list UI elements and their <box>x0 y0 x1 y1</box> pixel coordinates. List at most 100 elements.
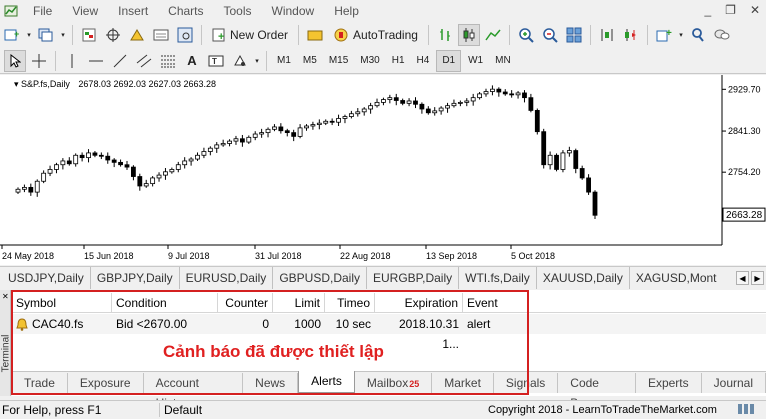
tab-news[interactable]: News <box>243 373 299 393</box>
scroll-right-icon[interactable]: ▶ <box>751 271 764 285</box>
chart-tab-wti[interactable]: WTI.fs,Daily <box>459 266 537 289</box>
timeframe-m1[interactable]: M1 <box>272 50 296 72</box>
candle-body <box>156 174 162 179</box>
horizontal-line-icon[interactable] <box>85 50 107 72</box>
close-icon[interactable]: ✕ <box>750 3 760 17</box>
col-expiration[interactable]: Expiration <box>375 293 463 312</box>
strategy-tester-icon[interactable] <box>174 24 196 46</box>
new-chart-icon[interactable]: + <box>1 24 23 46</box>
menu-tools[interactable]: Tools <box>214 4 262 18</box>
chart-dropdown-icon[interactable]: ▾ <box>25 24 33 46</box>
vertical-line-icon[interactable] <box>61 50 83 72</box>
chart-tab-eurgbp[interactable]: EURGBP,Daily <box>367 266 460 289</box>
status-profile: Default <box>164 403 203 417</box>
timeframe-m30[interactable]: M30 <box>355 50 384 72</box>
menu-charts[interactable]: Charts <box>158 4 213 18</box>
candlestick-icon[interactable] <box>457 24 480 46</box>
search-icon[interactable] <box>687 24 709 46</box>
autoscroll-icon[interactable] <box>620 24 642 46</box>
shapes-icon[interactable] <box>229 50 251 72</box>
tab-market[interactable]: Market <box>432 373 494 393</box>
market-watch-icon[interactable] <box>78 24 100 46</box>
channel-icon[interactable] <box>133 50 155 72</box>
restore-icon[interactable]: ❐ <box>725 3 736 17</box>
col-event[interactable]: Event <box>463 293 533 312</box>
chart-tab-usdjpy[interactable]: USDJPY,Daily <box>0 266 91 289</box>
terminal-icon[interactable] <box>150 24 172 46</box>
bar-chart-icon[interactable] <box>434 24 456 46</box>
date-tick-label: 5 Oct 2018 <box>511 251 555 261</box>
line-chart-icon[interactable] <box>482 24 504 46</box>
chart-tab-eurusd[interactable]: EURUSD,Daily <box>180 266 274 289</box>
tab-trade[interactable]: Trade <box>12 373 68 393</box>
crosshair-target-icon[interactable] <box>102 24 124 46</box>
metaeditor-icon[interactable] <box>304 24 326 46</box>
col-counter[interactable]: Counter <box>218 293 273 312</box>
chart-shift-icon[interactable] <box>596 24 618 46</box>
timeframe-h4[interactable]: H4 <box>412 50 435 72</box>
profiles-dropdown-icon[interactable]: ▾ <box>59 24 67 46</box>
minimize-icon[interactable]: _ <box>704 3 711 17</box>
text-tool-icon[interactable]: A <box>181 50 203 72</box>
menu-view[interactable]: View <box>62 4 108 18</box>
crosshair-icon[interactable] <box>28 50 50 72</box>
navigator-icon[interactable] <box>126 24 148 46</box>
menu-insert[interactable]: Insert <box>108 4 158 18</box>
tab-exposure[interactable]: Exposure <box>68 373 144 393</box>
autotrading-label: AutoTrading <box>353 28 418 42</box>
fibonacci-icon[interactable] <box>157 50 179 72</box>
tab-code-base[interactable]: Code Base <box>558 373 636 410</box>
menu-help[interactable]: Help <box>324 4 369 18</box>
tile-windows-icon[interactable] <box>563 24 585 46</box>
timeframe-m15[interactable]: M15 <box>324 50 353 72</box>
candle-body <box>22 186 27 190</box>
zoom-out-icon[interactable] <box>539 24 561 46</box>
autotrading-button[interactable]: AutoTrading <box>328 24 423 46</box>
cursor-icon[interactable] <box>4 49 26 72</box>
tab-signals[interactable]: Signals <box>494 373 559 393</box>
candle-body <box>560 152 566 170</box>
col-timeout[interactable]: Timeo <box>325 293 375 312</box>
col-limit[interactable]: Limit <box>273 293 325 312</box>
chat-icon[interactable] <box>711 24 733 46</box>
candle-body <box>15 188 21 193</box>
zoom-in-icon[interactable] <box>515 24 537 46</box>
chart-tab-xagusd[interactable]: XAGUSD,Mont <box>630 267 723 289</box>
chart-tab-xauusd[interactable]: XAUUSD,Daily <box>537 266 630 289</box>
trendline-icon[interactable] <box>109 50 131 72</box>
chart-tab-gbpusd[interactable]: GBPUSD,Daily <box>273 266 367 289</box>
profiles-icon[interactable] <box>35 24 57 46</box>
menu-window[interactable]: Window <box>262 4 325 18</box>
menu-file[interactable]: File <box>23 4 62 18</box>
tab-account-history[interactable]: Account History <box>144 373 244 410</box>
chart-tab-gbpjpy[interactable]: GBPJPY,Daily <box>91 266 180 289</box>
text-label-icon[interactable]: T <box>205 50 227 72</box>
status-help: For Help, press F1 <box>0 403 160 417</box>
status-copyright: Copyright 2018 - LearnToTradeTheMarket.c… <box>488 404 717 416</box>
annotation-text: Cảnh báo đã được thiết lập <box>163 342 384 361</box>
new-order-button[interactable]: + New Order <box>207 24 293 46</box>
tab-mailbox[interactable]: Mailbox25 <box>355 373 433 393</box>
chart-menu-triangle-icon[interactable]: ▾ <box>14 79 19 89</box>
candlestick-chart[interactable]: 2929.70 2841.30 2754.20 24 May 2018 15 Jun … <box>0 75 766 265</box>
timeframe-mn[interactable]: MN <box>490 50 516 72</box>
tab-experts[interactable]: Experts <box>636 373 702 393</box>
tab-journal[interactable]: Journal <box>702 373 766 393</box>
timeframe-h1[interactable]: H1 <box>387 50 410 72</box>
price-chart[interactable]: 2929.70 2841.30 2754.20 24 May 2018 15 Jun … <box>0 75 766 265</box>
table-row[interactable]: CAC40.fs Bid <2670.00 0 1000 10 sec 2018… <box>12 314 766 351</box>
tab-alerts[interactable]: Alerts <box>298 371 355 393</box>
indicators-icon[interactable]: + <box>653 24 675 46</box>
candle-body <box>163 171 168 176</box>
candle-body <box>66 160 72 165</box>
terminal-close-icon[interactable]: ✕ <box>2 292 9 301</box>
shapes-dropdown-icon[interactable]: ▾ <box>253 50 261 72</box>
col-condition[interactable]: Condition <box>112 293 218 312</box>
timeframe-w1[interactable]: W1 <box>463 50 488 72</box>
indicators-dropdown-icon[interactable]: ▾ <box>677 24 685 46</box>
app-icon[interactable] <box>3 3 19 19</box>
scroll-left-icon[interactable]: ◀ <box>736 271 749 285</box>
timeframe-m5[interactable]: M5 <box>298 50 322 72</box>
col-symbol[interactable]: Symbol <box>12 293 112 312</box>
timeframe-d1[interactable]: D1 <box>436 49 462 72</box>
